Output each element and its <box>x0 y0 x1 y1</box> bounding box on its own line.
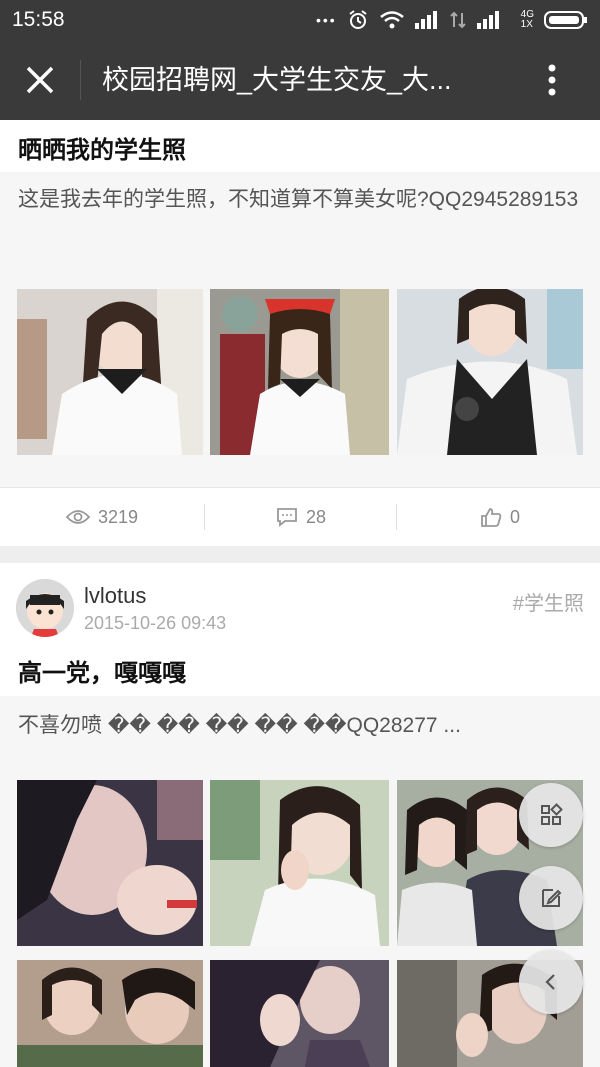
post-photo[interactable] <box>17 780 203 946</box>
status-icons: ••• 4G 1X <box>316 6 588 34</box>
thumbs-up-icon <box>481 508 502 527</box>
post-excerpt: 不喜勿喷 �� �� �� �� ��QQ28277 ... <box>18 714 461 737</box>
status-time: 15:58 <box>12 8 65 31</box>
close-icon <box>26 66 54 94</box>
post-date: 2015-10-26 09:43 <box>84 613 227 633</box>
comments-count: 28 <box>306 506 327 527</box>
comments-stat[interactable]: 28 <box>276 488 326 546</box>
post-excerpt: 这是我去年的学生照，不知道算不算美女呢?QQ2945289153 <box>18 188 579 211</box>
likes-count: 0 <box>510 506 521 527</box>
post-card[interactable]: lvlotus 2015-10-26 09:43 #学生照 高一党，嘎嘎嘎 不喜… <box>0 563 600 1067</box>
post-photo[interactable] <box>17 289 203 455</box>
network-type: 4G 1X <box>520 9 534 30</box>
post-title[interactable]: 高一党，嘎嘎嘎 <box>18 653 186 688</box>
comment-icon <box>277 508 297 527</box>
grid-icon <box>541 803 563 825</box>
post-stats: 3219 28 0 <box>0 487 600 546</box>
signal-icon-2 <box>476 11 499 29</box>
alarm-icon <box>349 10 367 29</box>
stat-divider <box>204 504 205 530</box>
post-photo[interactable] <box>17 960 203 1067</box>
wifi-icon <box>379 11 404 29</box>
edit-icon <box>542 889 562 907</box>
back-button[interactable] <box>519 950 583 1014</box>
avatar[interactable] <box>16 579 74 637</box>
views-stat: 3219 <box>66 488 138 546</box>
stat-divider <box>396 504 397 530</box>
post-photo[interactable] <box>210 780 389 946</box>
post-content[interactable]: 不喜勿喷 �� �� �� �� ��QQ28277 ... <box>0 696 600 1067</box>
post-photo[interactable] <box>397 289 583 455</box>
post-tag[interactable]: #学生照 <box>513 587 584 616</box>
likes-stat[interactable]: 0 <box>480 488 520 546</box>
nav-divider <box>80 60 81 100</box>
signal-icon <box>414 11 437 29</box>
page-title: 校园招聘网_大学生交友_大... <box>102 65 452 95</box>
more-dots-icon: ••• <box>315 12 337 28</box>
post-photo[interactable] <box>210 960 389 1067</box>
close-button[interactable] <box>18 58 62 102</box>
author-name[interactable]: lvlotus <box>84 583 146 609</box>
edit-button[interactable] <box>519 866 583 930</box>
data-transfer-icon <box>449 11 466 29</box>
eye-icon <box>66 510 90 524</box>
post-photo[interactable] <box>210 289 389 455</box>
more-menu-button[interactable] <box>536 58 568 102</box>
battery-icon <box>544 11 587 29</box>
grid-button[interactable] <box>519 783 583 847</box>
status-bar: 15:58 ••• 4G 1X <box>0 0 600 40</box>
chevron-left-icon <box>545 974 555 990</box>
views-count: 3219 <box>98 506 139 527</box>
post-card[interactable]: 晒晒我的学生照 这是我去年的学生照，不知道算不算美女呢?QQ2945289153… <box>0 120 600 546</box>
nav-bar: 校园招聘网_大学生交友_大... <box>0 40 600 120</box>
more-vertical-icon <box>548 64 556 96</box>
post-title[interactable]: 晒晒我的学生照 <box>18 130 186 165</box>
